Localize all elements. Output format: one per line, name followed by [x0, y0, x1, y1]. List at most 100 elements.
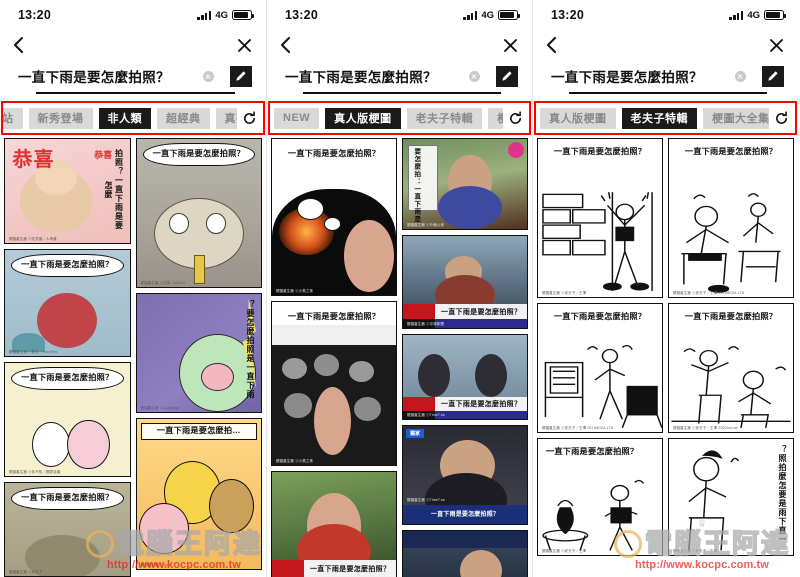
news-badge: 獨家	[406, 429, 425, 439]
meme-caption: 一直下雨是要怎麼拍照？	[142, 143, 255, 167]
meme-card[interactable]: 一直下雨是要怎麼拍照？ 梗圖產生器 ⓒTime7.tw	[402, 334, 528, 421]
meme-card[interactable]: 一直下雨是要怎麼拍照？ 梗圖產生器 ⓒ小燕之夜	[271, 138, 397, 297]
meme-card[interactable]: 一直下雨是要怎麼拍照？ 梗圖產生器 ⓒ中視新聞	[271, 471, 397, 577]
meme-card[interactable]: 一直下雨是要怎麼拍… 梗圖產生器 ⓒJoy	[135, 418, 262, 571]
pencil-edit-icon[interactable]	[230, 65, 252, 87]
chip-scroller[interactable]: NEW 真人版梗圖 老夫子特輯 梗圖大全集	[270, 103, 503, 133]
network-label: 4G	[481, 9, 494, 21]
network-label: 4G	[215, 9, 228, 21]
grid-column-left: 一直下雨是要怎麼拍照？ 梗圖產生器 ⓒ老夫子／王澤 一直下雨是要怎麼拍照？ 梗圖…	[537, 138, 663, 577]
category-chip-row: 真人版梗圖 老夫子特輯 梗圖大全集	[534, 101, 797, 136]
meme-card[interactable]: 一直下雨是要怎麼拍照？ 梗圖產生器 ⓒ老夫子	[4, 482, 131, 577]
search-underline	[36, 92, 235, 95]
clear-circle-icon[interactable]	[735, 70, 746, 82]
news-channel-logo	[272, 559, 305, 577]
meme-caption: 一直下雨是要怎麼拍照？	[304, 559, 396, 577]
status-bar: 13:20 4G	[0, 0, 266, 30]
search-underline	[303, 92, 501, 95]
search-area: 一直下雨是要怎麼拍照？	[0, 60, 266, 95]
meme-card[interactable]: 一直下雨是要怎麼拍照？ 梗圖產生器 ⓒ小燕之夜	[271, 301, 397, 467]
meme-card[interactable]: 一直下雨是要怎麼拍照？ 梗圖產生器 ⓒ你不知／隔壁這貓	[4, 362, 131, 478]
chip-scroller[interactable]: 站 新秀登場 非人類 超經典 真有哏	[3, 103, 237, 133]
status-clock: 13:20	[18, 8, 51, 22]
meme-caption: 一直下雨是要怎麼拍…	[140, 423, 257, 441]
grid-column-left: 一直下雨是要怎麼拍照？ 梗圖產生器 ⓒ小燕之夜 一直下雨是要怎麼拍照？ 梗圖產生…	[271, 138, 397, 577]
status-clock: 13:20	[551, 8, 584, 22]
chip-0[interactable]: 站	[3, 107, 23, 129]
close-x-icon[interactable]	[503, 38, 518, 53]
meme-card[interactable]: 一直下雨是要怎麼拍照？ 梗	[668, 138, 794, 299]
network-label: 4G	[747, 9, 760, 21]
meme-card[interactable]: 一直下雨是要怎麼拍照？ 梗圖產生器 ⓒ白熊／Mimi.K	[135, 138, 262, 289]
meme-caption: 要怎麼拍：一直下雨是	[412, 148, 420, 224]
meme-credit: 梗圖產生器 ⓒ白熊／Mimi.K	[140, 281, 186, 286]
meme-caption: 一直下雨是要怎麼拍照？	[11, 367, 124, 391]
back-chevron-icon[interactable]	[279, 36, 292, 54]
meme-credit: 梗圖產生器 ⓒ小燕之夜	[276, 289, 314, 294]
chip-2[interactable]: 老夫子特輯	[406, 107, 483, 129]
close-x-icon[interactable]	[769, 38, 784, 53]
meme-caption: 拍照？一直下雨是要怎麼	[103, 149, 124, 231]
close-x-icon[interactable]	[237, 38, 252, 53]
news-lower-third: 一直下雨是要怎麼拍照？	[272, 559, 396, 577]
meme-card[interactable]: 一直下雨是要怎麼拍照？ 梗圖產生器 ⓒ寶包／Sun.Red	[4, 249, 131, 358]
navigation-bar	[0, 30, 266, 60]
meme-credit: 梗圖產生器 ⓒ老夫子／王澤	[542, 549, 587, 554]
search-area: 一直下雨是要怎麼拍照？	[267, 60, 532, 95]
status-bar: 13:20 4G	[267, 0, 532, 30]
meme-card[interactable]: 梗圖產生器 ⓒLazyKitty ？要怎麼拍照是一直下雨	[135, 293, 262, 414]
meme-credit: 梗圖產生器 ⓒ老夫子／王澤 OH MEDIA LTD	[542, 426, 614, 431]
battery-icon	[498, 10, 521, 20]
meme-caption: ？照拍麼怎要是雨下直一	[778, 445, 787, 545]
refresh-icon[interactable]	[769, 111, 793, 126]
search-input[interactable]: 一直下雨是要怎麼拍照？	[285, 66, 463, 86]
pencil-edit-icon[interactable]	[496, 65, 518, 87]
category-chip-row: 站 新秀登場 非人類 超經典 真有哏	[1, 101, 265, 136]
refresh-icon[interactable]	[237, 111, 261, 126]
chip-1-active[interactable]: 真人版梗圖	[325, 107, 401, 129]
meme-card[interactable]: 獨家 一直下雨是要怎麼拍照？ 梗圖產生器 ⓒTime7.tw	[402, 425, 528, 526]
meme-card[interactable]: 要怎麼拍：一直下雨是 梗圖產生器 ⓒ戶瀨公孫	[402, 138, 528, 231]
search-input[interactable]: 一直下雨是要怎麼拍照？	[18, 66, 197, 86]
status-indicators: 4G	[197, 9, 255, 21]
pencil-edit-icon[interactable]	[762, 65, 784, 87]
signal-bars-icon	[729, 10, 744, 20]
meme-card[interactable]: 一直下雨是要怎麼拍照？ 梗	[537, 438, 663, 557]
clear-circle-icon[interactable]	[469, 70, 480, 82]
meme-credit: 梗圖產生器 ⓒ老夫子／王澤	[542, 291, 587, 296]
meme-card[interactable]: 一直下雨是要怎麼拍照？ 梗圖產生器 ⓒ中視新聞	[402, 235, 528, 330]
meme-card[interactable]: 一直下雨是要怎麼拍照？ 梗圖產生器 ⓒ老夫子／王澤 2020mui.tw	[668, 303, 794, 434]
meme-grid[interactable]: 一直下雨是要怎麼拍照？ 梗圖產生器 ⓒ老夫子／王澤 一直下雨是要怎麼拍照？ 梗圖…	[533, 135, 798, 577]
phone-screenshot-1: 13:20 4G 一直下雨是要怎麼拍照？ 站 新秀登場 非人類 超經典 真 恭喜…	[0, 0, 266, 577]
chip-4[interactable]: 真有哏	[215, 107, 237, 129]
meme-caption: 一直下雨是要怎麼拍照？	[407, 510, 523, 523]
meme-caption: ？要怎麼拍照是一直下雨	[246, 300, 255, 400]
meme-card[interactable]	[402, 530, 528, 577]
phone-screenshot-2: 13:20 4G 一直下雨是要怎麼拍照？ NEW 真人版梗圖 老夫子特輯 一直下…	[266, 0, 532, 577]
chip-0[interactable]: NEW	[274, 107, 320, 129]
chip-1-active[interactable]: 老夫子特輯	[621, 107, 697, 129]
meme-credit: 梗圖產生器 ⓒTime7.tw	[407, 498, 445, 503]
status-indicators: 4G	[729, 9, 787, 21]
chip-2-active[interactable]: 非人類	[98, 107, 151, 129]
meme-card[interactable]: 恭喜 恭喜 梗圖產生器 ⓒ吃貨貓／人骨雞 拍照？一直下雨是要怎麼	[4, 138, 131, 245]
meme-card[interactable]: ？照拍麼怎要是雨下直一 梗圖產生器 ⓒ老夫子／王澤	[668, 438, 794, 557]
search-input[interactable]: 一直下雨是要怎麼拍照？	[551, 66, 729, 86]
refresh-icon[interactable]	[503, 111, 527, 126]
meme-card[interactable]: 一直下雨是要怎麼拍照？ 梗圖產生器 ⓒ老夫子／王澤	[537, 138, 663, 299]
back-chevron-icon[interactable]	[12, 36, 25, 54]
meme-grid[interactable]: 一直下雨是要怎麼拍照？ 梗圖產生器 ⓒ小燕之夜 一直下雨是要怎麼拍照？ 梗圖產生…	[267, 135, 532, 577]
chip-2[interactable]: 梗圖大全集	[703, 107, 769, 129]
chip-scroller[interactable]: 真人版梗圖 老夫子特輯 梗圖大全集	[536, 103, 769, 133]
chip-3[interactable]: 超經典	[157, 107, 210, 129]
meme-caption: 一直下雨是要怎麼拍照？	[287, 149, 381, 159]
clear-circle-icon[interactable]	[203, 70, 214, 82]
meme-card[interactable]: 一直下雨是要怎麼拍照？ 梗	[537, 303, 663, 434]
chip-1[interactable]: 新秀登場	[28, 107, 93, 129]
meme-grid[interactable]: 恭喜 恭喜 梗圖產生器 ⓒ吃貨貓／人骨雞 拍照？一直下雨是要怎麼 一直下雨是要怎…	[0, 135, 266, 577]
grid-column-right: 要怎麼拍：一直下雨是 梗圖產生器 ⓒ戶瀨公孫 一直下雨是要怎麼拍照？ 梗圖產生器…	[402, 138, 528, 577]
chip-3[interactable]: 梗圖大全集	[488, 107, 503, 129]
back-chevron-icon[interactable]	[545, 36, 558, 54]
status-bar: 13:20 4G	[533, 0, 798, 30]
chip-0[interactable]: 真人版梗圖	[540, 107, 616, 129]
